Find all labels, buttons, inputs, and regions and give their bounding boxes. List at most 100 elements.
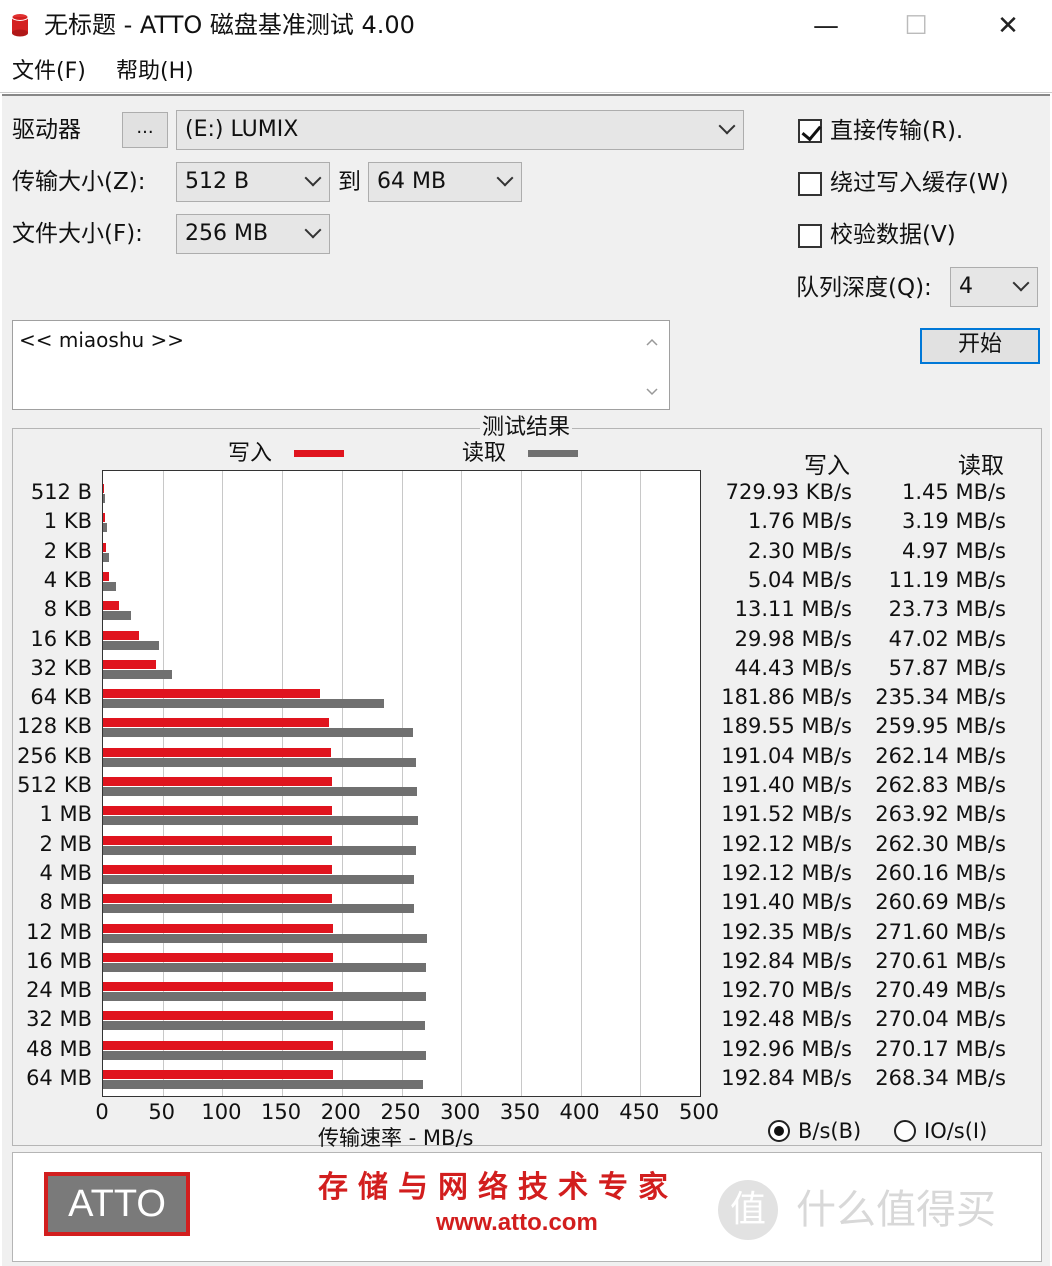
direct-io-label[interactable]: 直接传输(R). bbox=[830, 117, 963, 145]
write-value-label: 191.40 MB/s bbox=[721, 890, 852, 915]
legend-write-label: 写入 bbox=[228, 441, 273, 466]
category-label: 512 KB bbox=[17, 773, 92, 797]
write-value-label: 191.52 MB/s bbox=[721, 802, 852, 827]
atto-logo[interactable]: ATTO bbox=[44, 1172, 190, 1236]
x-tick-label: 400 bbox=[559, 1100, 600, 1124]
read-bar bbox=[103, 699, 384, 709]
write-bar bbox=[103, 542, 106, 552]
check-icon bbox=[801, 120, 822, 142]
read-value-label: 262.30 MB/s bbox=[875, 831, 1006, 856]
verify-data-label[interactable]: 校验数据(V) bbox=[830, 221, 956, 249]
chevron-down-icon bbox=[496, 169, 514, 187]
transfer-to-select[interactable]: 64 MB bbox=[368, 162, 522, 202]
read-bar bbox=[103, 757, 416, 767]
x-tick-label: 450 bbox=[619, 1100, 660, 1124]
write-bar bbox=[103, 689, 321, 699]
scrollbar[interactable] bbox=[635, 321, 669, 409]
write-value-label: 192.12 MB/s bbox=[721, 831, 852, 856]
write-value-label: 5.04 MB/s bbox=[748, 567, 852, 592]
category-label: 8 MB bbox=[39, 890, 92, 915]
radio-dot bbox=[774, 1126, 784, 1136]
category-label: 2 MB bbox=[39, 831, 92, 856]
drive-label: 驱动器 bbox=[12, 117, 81, 143]
category-label: 512 B bbox=[30, 480, 92, 504]
write-bar bbox=[103, 718, 330, 728]
menu-bar: 文件(F) 帮助(H) bbox=[0, 52, 1052, 93]
read-bar bbox=[103, 904, 415, 914]
read-bar bbox=[103, 728, 414, 738]
read-bar bbox=[103, 787, 417, 796]
menu-file[interactable]: 文件(F) bbox=[12, 58, 86, 86]
bypass-cache-label[interactable]: 绕过写入缓存(W) bbox=[830, 169, 1009, 197]
description-textarea[interactable]: << miaoshu >> bbox=[12, 320, 670, 410]
read-value-label: 268.34 MB/s bbox=[875, 1066, 1006, 1090]
grid-line bbox=[401, 471, 403, 1096]
grid-line bbox=[520, 471, 522, 1096]
queue-depth-value: 4 bbox=[959, 274, 973, 299]
chevron-down-icon bbox=[304, 169, 322, 187]
verify-data-checkbox[interactable] bbox=[798, 224, 822, 248]
category-label: 64 MB bbox=[26, 1066, 92, 1090]
grid-line bbox=[341, 471, 343, 1096]
write-value-label: 29.98 MB/s bbox=[734, 626, 852, 651]
read-value-label: 270.17 MB/s bbox=[875, 1036, 1006, 1061]
banner-url[interactable]: www.atto.com bbox=[436, 1208, 598, 1238]
write-value-label: 1.76 MB/s bbox=[748, 509, 852, 534]
read-value-label: 23.73 MB/s bbox=[888, 597, 1006, 622]
write-value-label: 13.11 MB/s bbox=[734, 597, 852, 622]
scroll-up-icon bbox=[646, 338, 658, 346]
read-bar bbox=[103, 494, 105, 503]
write-bar bbox=[103, 982, 334, 992]
maximize-button[interactable]: ☐ bbox=[886, 6, 946, 46]
write-bar bbox=[103, 864, 333, 874]
transfer-from-select[interactable]: 512 B bbox=[176, 162, 330, 202]
write-value-label: 192.12 MB/s bbox=[721, 860, 852, 885]
read-value-label: 270.04 MB/s bbox=[875, 1007, 1006, 1032]
direct-io-checkbox[interactable] bbox=[798, 119, 822, 143]
start-button[interactable]: 开始 bbox=[920, 328, 1040, 364]
write-bar bbox=[103, 894, 332, 904]
legend-read-swatch bbox=[528, 450, 578, 457]
read-bar bbox=[103, 581, 117, 591]
category-label: 8 KB bbox=[43, 597, 92, 622]
menu-help[interactable]: 帮助(H) bbox=[116, 58, 194, 86]
queue-depth-select[interactable]: 4 bbox=[950, 267, 1038, 307]
write-bar bbox=[103, 747, 332, 757]
drive-select[interactable]: (E:) LUMIX bbox=[176, 110, 744, 150]
category-label: 2 KB bbox=[43, 538, 92, 563]
category-label: 64 KB bbox=[30, 685, 92, 710]
title-bar: 无标题 - ATTO 磁盘基准测试 4.00 — ☐ ✕ bbox=[0, 0, 1052, 52]
category-label: 4 MB bbox=[39, 860, 92, 885]
close-button[interactable]: ✕ bbox=[978, 6, 1038, 46]
banner-slogan: 存储与网络技术专家 bbox=[318, 1170, 678, 1205]
legend-read-label: 读取 bbox=[462, 441, 507, 466]
write-column-header: 写入 bbox=[804, 453, 850, 479]
bypass-cache-checkbox[interactable] bbox=[798, 172, 822, 196]
x-tick-label: 50 bbox=[148, 1100, 176, 1124]
write-bar bbox=[103, 952, 334, 962]
read-bar bbox=[103, 552, 109, 562]
drive-value: (E:) LUMIX bbox=[185, 117, 299, 142]
read-value-label: 47.02 MB/s bbox=[888, 626, 1006, 651]
category-label: 16 MB bbox=[26, 948, 92, 973]
io-radio[interactable] bbox=[894, 1120, 916, 1142]
read-value-label: 260.69 MB/s bbox=[875, 890, 1006, 915]
x-tick-label: 0 bbox=[95, 1100, 109, 1124]
file-size-select[interactable]: 256 MB bbox=[176, 214, 330, 254]
write-bar bbox=[103, 1011, 333, 1021]
browse-button[interactable]: ... bbox=[122, 112, 168, 148]
write-bar bbox=[103, 659, 157, 669]
write-bar bbox=[103, 835, 333, 845]
write-value-label: 729.93 KB/s bbox=[725, 480, 852, 504]
io-radio-label[interactable]: IO/s(I) bbox=[924, 1117, 987, 1145]
write-value-label: 181.86 MB/s bbox=[721, 685, 852, 710]
read-value-label: 259.95 MB/s bbox=[875, 714, 1006, 739]
grid-line bbox=[580, 471, 582, 1096]
minimize-button[interactable]: — bbox=[796, 6, 856, 46]
bytes-radio-label[interactable]: B/s(B) bbox=[798, 1117, 861, 1145]
category-label: 24 MB bbox=[26, 978, 92, 1003]
bytes-radio[interactable] bbox=[768, 1120, 790, 1142]
read-value-label: 263.92 MB/s bbox=[875, 802, 1006, 827]
file-size-label: 文件大小(F): bbox=[12, 221, 143, 247]
x-tick-label: 300 bbox=[440, 1100, 481, 1124]
